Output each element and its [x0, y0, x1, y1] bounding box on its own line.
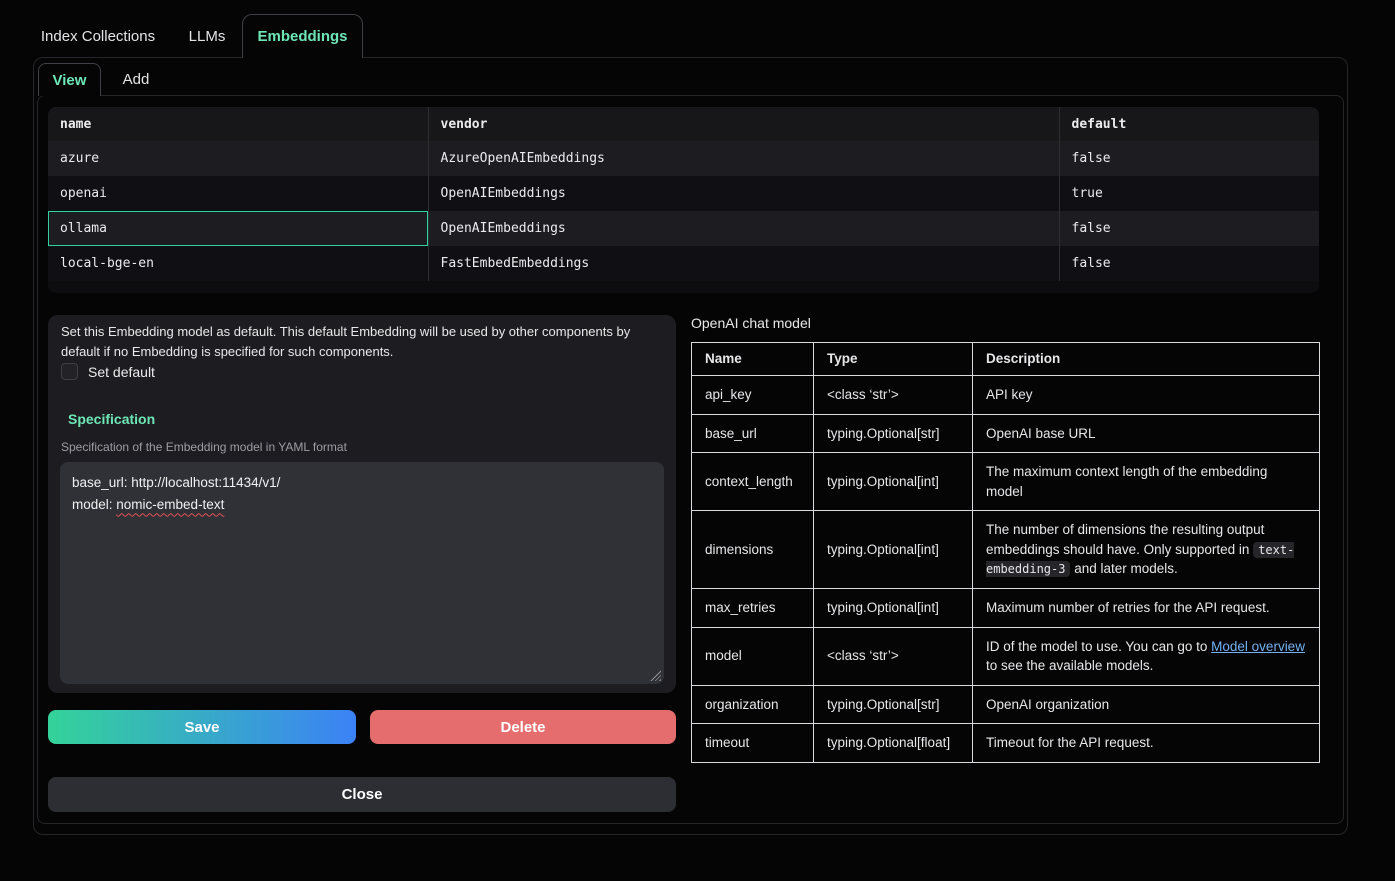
cell-default: true — [1059, 176, 1319, 211]
param-type: typing.Optional[int] — [814, 588, 973, 627]
param-name: max_retries — [692, 588, 814, 627]
param-column-name: Name — [692, 343, 814, 376]
param-row-model: model<class ‘str’>ID of the model to use… — [692, 627, 1320, 685]
param-type: <class ‘str’> — [814, 627, 973, 685]
column-header-default: default — [1059, 107, 1319, 141]
param-type: <class ‘str’> — [814, 376, 973, 415]
set-default-row: Set default — [61, 363, 155, 380]
cell-name: local-bge-en — [48, 246, 428, 281]
embedding-row-ollama[interactable]: ollamaOpenAIEmbeddingsfalse — [48, 211, 1319, 246]
embeddings-table-body: azureAzureOpenAIEmbeddingsfalseopenaiOpe… — [48, 141, 1319, 281]
param-column-type: Type — [814, 343, 973, 376]
param-name: context_length — [692, 453, 814, 511]
param-table: Name Type Description api_key<class ‘str… — [691, 342, 1320, 763]
param-name: api_key — [692, 376, 814, 415]
cell-default: false — [1059, 246, 1319, 281]
param-name: dimensions — [692, 511, 814, 589]
model-overview-link[interactable]: Model overview — [1211, 639, 1305, 654]
tab-index-collections[interactable]: Index Collections — [30, 14, 166, 58]
set-default-label: Set default — [88, 364, 155, 380]
param-row-max_retries: max_retriestyping.Optional[int] Maximum n… — [692, 588, 1320, 627]
param-name: organization — [692, 685, 814, 724]
param-description: OpenAI organization — [973, 685, 1320, 724]
param-row-context_length: context_lengthtyping.Optional[int] The ma… — [692, 453, 1320, 511]
param-row-dimensions: dimensionstyping.Optional[int] The number… — [692, 511, 1320, 589]
cell-name: openai — [48, 176, 428, 211]
set-default-checkbox[interactable] — [61, 363, 78, 380]
cell-name: ollama — [48, 211, 428, 246]
spec-line-2: model: nomic-embed-text — [72, 494, 652, 516]
cell-default: false — [1059, 141, 1319, 176]
param-type: typing.Optional[float] — [814, 724, 973, 763]
param-row-api_key: api_key<class ‘str’> API key — [692, 376, 1320, 415]
delete-button[interactable]: Delete — [370, 710, 676, 744]
embeddings-page: Index Collections LLMs Embeddings View A… — [0, 0, 1395, 881]
description-text: The number of dimensions the resulting o… — [986, 522, 1264, 557]
description-text: Timeout for the API request. — [986, 735, 1154, 750]
spec-line-1: base_url: http://localhost:11434/v1/ — [72, 472, 652, 494]
specification-textarea[interactable]: base_url: http://localhost:11434/v1/mode… — [60, 462, 664, 684]
tab-llms[interactable]: LLMs — [182, 14, 232, 58]
param-panel-title: OpenAI chat model — [691, 315, 811, 331]
column-header-vendor: vendor — [428, 107, 1059, 141]
close-button[interactable]: Close — [48, 777, 676, 812]
param-description: The maximum context length of the embedd… — [973, 453, 1320, 511]
description-text: Maximum number of retries for the API re… — [986, 600, 1270, 615]
embedding-detail-card: Set this Embedding model as default. Thi… — [48, 315, 676, 693]
cell-vendor: AzureOpenAIEmbeddings — [428, 141, 1059, 176]
description-text: ID of the model to use. You can go to — [986, 639, 1211, 654]
param-type: typing.Optional[int] — [814, 511, 973, 589]
embedding-row-openai[interactable]: openaiOpenAIEmbeddingstrue — [48, 176, 1319, 211]
tab-embeddings[interactable]: Embeddings — [242, 14, 363, 58]
param-row-organization: organizationtyping.Optional[str] OpenAI o… — [692, 685, 1320, 724]
description-text: OpenAI organization — [986, 697, 1109, 712]
param-description: Timeout for the API request. — [973, 724, 1320, 763]
description-text: and later models. — [1070, 561, 1177, 576]
column-header-name: name — [48, 107, 428, 141]
param-type: typing.Optional[int] — [814, 453, 973, 511]
description-text: The maximum context length of the embedd… — [986, 464, 1267, 499]
tab-add[interactable]: Add — [108, 63, 164, 96]
specification-title: Specification — [68, 411, 155, 427]
embedding-row-local-bge-en[interactable]: local-bge-enFastEmbedEmbeddingsfalse — [48, 246, 1319, 281]
param-name: timeout — [692, 724, 814, 763]
param-type: typing.Optional[str] — [814, 414, 973, 453]
param-description: ID of the model to use. You can go to Mo… — [973, 627, 1320, 685]
cell-name: azure — [48, 141, 428, 176]
param-row-base_url: base_urltyping.Optional[str] OpenAI base … — [692, 414, 1320, 453]
resize-handle-icon[interactable] — [650, 670, 661, 681]
param-description: API key — [973, 376, 1320, 415]
param-row-timeout: timeouttyping.Optional[float] Timeout for… — [692, 724, 1320, 763]
param-column-description: Description — [973, 343, 1320, 376]
param-name: model — [692, 627, 814, 685]
param-description: Maximum number of retries for the API re… — [973, 588, 1320, 627]
embeddings-table: name vendor default azureAzureOpenAIEmbe… — [48, 107, 1319, 281]
param-name: base_url — [692, 414, 814, 453]
cell-vendor: FastEmbedEmbeddings — [428, 246, 1059, 281]
description-text: API key — [986, 387, 1033, 402]
specification-caption: Specification of the Embedding model in … — [61, 440, 347, 454]
description-text: to see the available models. — [986, 658, 1153, 673]
param-description: The number of dimensions the resulting o… — [973, 511, 1320, 589]
embedding-row-azure[interactable]: azureAzureOpenAIEmbeddingsfalse — [48, 141, 1319, 176]
embeddings-table-header: name vendor default — [48, 107, 1319, 141]
set-default-help-text: Set this Embedding model as default. Thi… — [61, 322, 663, 362]
embeddings-list-card: name vendor default azureAzureOpenAIEmbe… — [48, 107, 1319, 293]
cell-default: false — [1059, 211, 1319, 246]
param-description: OpenAI base URL — [973, 414, 1320, 453]
tab-view[interactable]: View — [38, 63, 101, 96]
param-table-header: Name Type Description — [692, 343, 1320, 376]
save-button[interactable]: Save — [48, 710, 356, 744]
param-type: typing.Optional[str] — [814, 685, 973, 724]
cell-vendor: OpenAIEmbeddings — [428, 211, 1059, 246]
description-text: OpenAI base URL — [986, 426, 1096, 441]
cell-vendor: OpenAIEmbeddings — [428, 176, 1059, 211]
param-table-body: api_key<class ‘str’>API keybase_urltypin… — [692, 376, 1320, 763]
